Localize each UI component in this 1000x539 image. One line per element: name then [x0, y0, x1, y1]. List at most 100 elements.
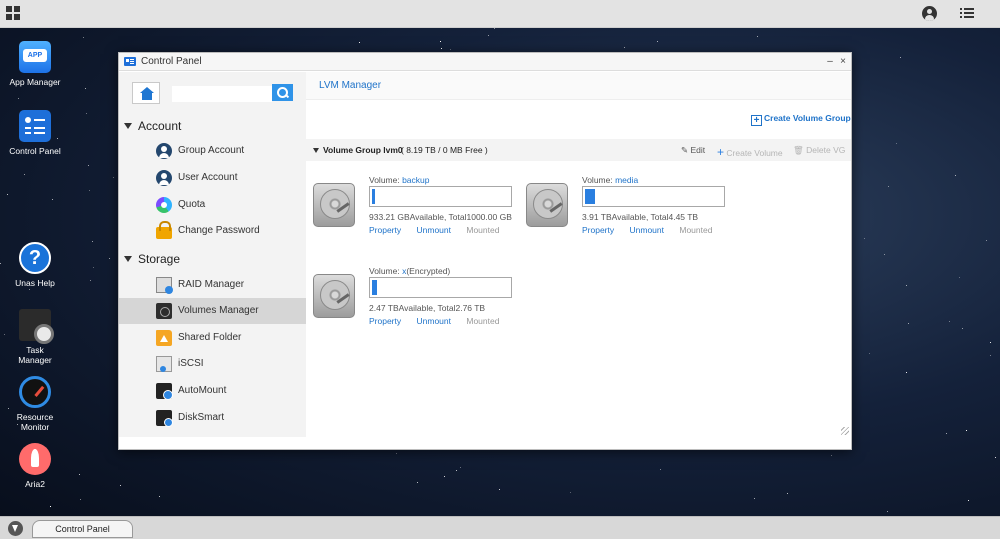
property-link[interactable]: Property [369, 316, 401, 326]
unmount-link[interactable]: Unmount [630, 225, 665, 235]
hard-disk-icon [313, 183, 355, 227]
desktop-control-panel[interactable]: Control Panel [0, 110, 70, 156]
top-bar [0, 0, 1000, 28]
star [112, 176, 114, 178]
volume-usage-fill [372, 189, 375, 204]
plus-icon: + [751, 115, 762, 126]
volume-usage-bar [369, 186, 512, 207]
aria2-icon [19, 443, 51, 475]
sidebar-item-shared-folder[interactable]: Shared Folder [119, 325, 306, 351]
desktop-aria2[interactable]: Aria2 [0, 443, 70, 489]
volume-actions: Property Unmount Mounted [369, 316, 512, 326]
volume-usage-bar [369, 277, 512, 298]
disksmart-icon [156, 410, 173, 427]
desktop-app-manager[interactable]: APP App Manager [0, 41, 70, 87]
volume-usage-bar [582, 186, 725, 207]
sidebar-item-iscsi[interactable]: iSCSI [119, 351, 306, 377]
volume-usage-fill [372, 280, 378, 295]
sidebar-item-volumes-manager[interactable]: Volumes Manager [119, 298, 306, 324]
star [86, 113, 88, 115]
star [120, 484, 122, 486]
star [441, 48, 443, 50]
star [79, 499, 81, 501]
sidebar-item-raid-manager[interactable]: RAID Manager [119, 272, 306, 298]
star [888, 185, 890, 187]
menu-list-icon[interactable] [960, 8, 974, 19]
start-menu-icon[interactable] [8, 521, 23, 536]
search-input[interactable] [172, 86, 272, 102]
desktop-icon-label: Control Panel [9, 146, 61, 156]
unmount-link[interactable]: Unmount [417, 225, 452, 235]
minimize-button[interactable]: – [824, 53, 836, 71]
star [359, 41, 361, 43]
control-panel-icon [124, 57, 136, 66]
star [657, 41, 659, 43]
resource-monitor-icon [19, 376, 51, 408]
star [863, 237, 865, 239]
star [965, 430, 967, 432]
pencil-icon: ✎ [681, 145, 689, 155]
star [494, 28, 496, 30]
star [900, 56, 902, 58]
star [886, 510, 888, 512]
desktop-unas-help[interactable]: ? Unas Help [0, 242, 70, 288]
sidebar-item-group-account[interactable]: Group Account [119, 138, 306, 164]
sidebar-item-change-password[interactable]: Change Password [119, 218, 306, 244]
main-header: LVM Manager [306, 72, 851, 100]
star [82, 36, 84, 38]
trash-icon: 🗑 [793, 145, 804, 155]
volume-group-size: ( 8.19 TB / 0 MB Free ) [401, 145, 488, 155]
window-title: Control Panel [141, 56, 202, 67]
volume-actions: Property Unmount Mounted [369, 225, 512, 235]
star [989, 342, 991, 344]
star [955, 175, 957, 177]
create-volume-group-button[interactable]: + Create Volume Group [751, 113, 851, 126]
desktop-task-manager[interactable]: Task Manager [0, 309, 70, 365]
hard-disk-icon [313, 274, 355, 318]
search-icon[interactable] [272, 84, 293, 101]
taskbar: Control Panel [0, 516, 1000, 539]
sidebar-item-disksmart[interactable]: DiskSmart [119, 405, 306, 431]
sidebar: Account Group Account User Account Quota… [119, 72, 306, 437]
desktop-resource-monitor[interactable]: Resource Monitor [0, 376, 70, 432]
property-link[interactable]: Property [582, 225, 614, 235]
raid-manager-icon [156, 277, 173, 294]
star [945, 432, 947, 434]
sidebar-item-quota[interactable]: Quota [119, 192, 306, 218]
mount-status: Mounted [466, 225, 500, 235]
property-link[interactable]: Property [369, 225, 401, 235]
control-panel-window: Control Panel – × Account Group Account … [118, 52, 852, 450]
section-account[interactable]: Account [119, 115, 306, 137]
window-title-bar[interactable]: Control Panel – × [119, 53, 851, 71]
control-panel-icon [19, 110, 51, 142]
taskbar-item-control-panel[interactable]: Control Panel [32, 520, 133, 538]
chevron-down-icon[interactable] [313, 148, 319, 153]
delete-vg-button[interactable]: 🗑 Delete VG [793, 145, 845, 156]
resize-handle[interactable] [841, 427, 849, 435]
volume-card: Volume: media 3.91 TBAvailable, Total4.4… [526, 175, 736, 255]
star [985, 240, 987, 242]
user-icon[interactable] [922, 6, 937, 21]
home-icon[interactable] [132, 82, 160, 104]
sidebar-item-automount[interactable]: AutoMount [119, 378, 306, 404]
star [868, 352, 870, 354]
main-panel: LVM Manager + Create Volume Group Volume … [306, 72, 851, 437]
star [884, 253, 886, 255]
section-storage[interactable]: Storage [119, 248, 306, 270]
sidebar-item-user-account[interactable]: User Account [119, 165, 306, 191]
star [450, 48, 452, 50]
desktop-icon-label: Aria2 [25, 479, 45, 489]
volumes-manager-icon [156, 303, 172, 319]
breadcrumb[interactable]: LVM Manager [319, 80, 381, 91]
star [440, 40, 442, 42]
edit-button[interactable]: ✎ Edit [681, 145, 705, 156]
apps-grid-icon[interactable] [6, 6, 20, 20]
create-volume-button[interactable]: + Create Volume [717, 145, 783, 159]
unmount-link[interactable]: Unmount [417, 316, 452, 326]
desktop-icon-label: App Manager [9, 77, 61, 87]
star [88, 164, 90, 166]
automount-icon [156, 383, 173, 400]
close-button[interactable]: × [837, 53, 849, 71]
star [417, 481, 419, 483]
shared-folder-icon [156, 330, 172, 346]
